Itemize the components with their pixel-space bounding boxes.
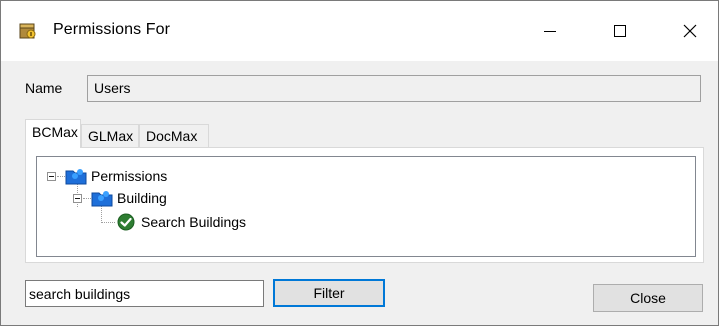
folder-users-icon <box>91 191 113 207</box>
name-field[interactable]: Users <box>87 75 701 102</box>
filter-input[interactable] <box>25 280 264 307</box>
permissions-tree[interactable]: Permissions Building Search Buildings <box>36 156 696 257</box>
tab-docmax[interactable]: DocMax <box>139 124 209 147</box>
tree-node-search-buildings[interactable]: Search Buildings <box>117 211 246 233</box>
close-icon <box>683 24 697 38</box>
collapse-building-expander[interactable] <box>73 194 82 203</box>
filter-button[interactable]: Filter <box>273 279 385 307</box>
window-title: Permissions For <box>53 21 171 38</box>
tree-connector <box>83 198 91 199</box>
tree-node-building[interactable]: Building <box>91 187 167 209</box>
collapse-permissions-expander[interactable] <box>47 172 56 181</box>
close-window-button[interactable] <box>662 1 718 61</box>
tab-bcmax[interactable]: BCMax <box>25 119 81 148</box>
minimize-button[interactable] <box>522 1 578 61</box>
permissions-dialog: Permissions For Name Users BCMax GLMax D… <box>0 0 719 326</box>
tree-node-label: Permissions <box>91 168 168 184</box>
title-bar[interactable]: Permissions For <box>1 1 718 61</box>
folder-users-icon <box>65 169 87 185</box>
maximize-button[interactable] <box>592 1 648 61</box>
tab-glmax[interactable]: GLMax <box>81 124 139 147</box>
close-button[interactable]: Close <box>593 284 703 312</box>
minimize-icon <box>544 31 556 32</box>
tree-node-label: Building <box>117 190 167 206</box>
check-circle-icon <box>117 213 135 231</box>
name-label: Name <box>25 80 63 96</box>
tree-node-permissions[interactable]: Permissions <box>65 165 167 187</box>
tab-panel-bcmax: Permissions Building Search Buildings <box>25 147 704 263</box>
app-icon <box>19 23 37 39</box>
maximize-icon <box>614 25 626 37</box>
tree-node-label: Search Buildings <box>141 214 247 230</box>
tree-connector <box>57 176 65 177</box>
tree-connector <box>101 222 115 223</box>
